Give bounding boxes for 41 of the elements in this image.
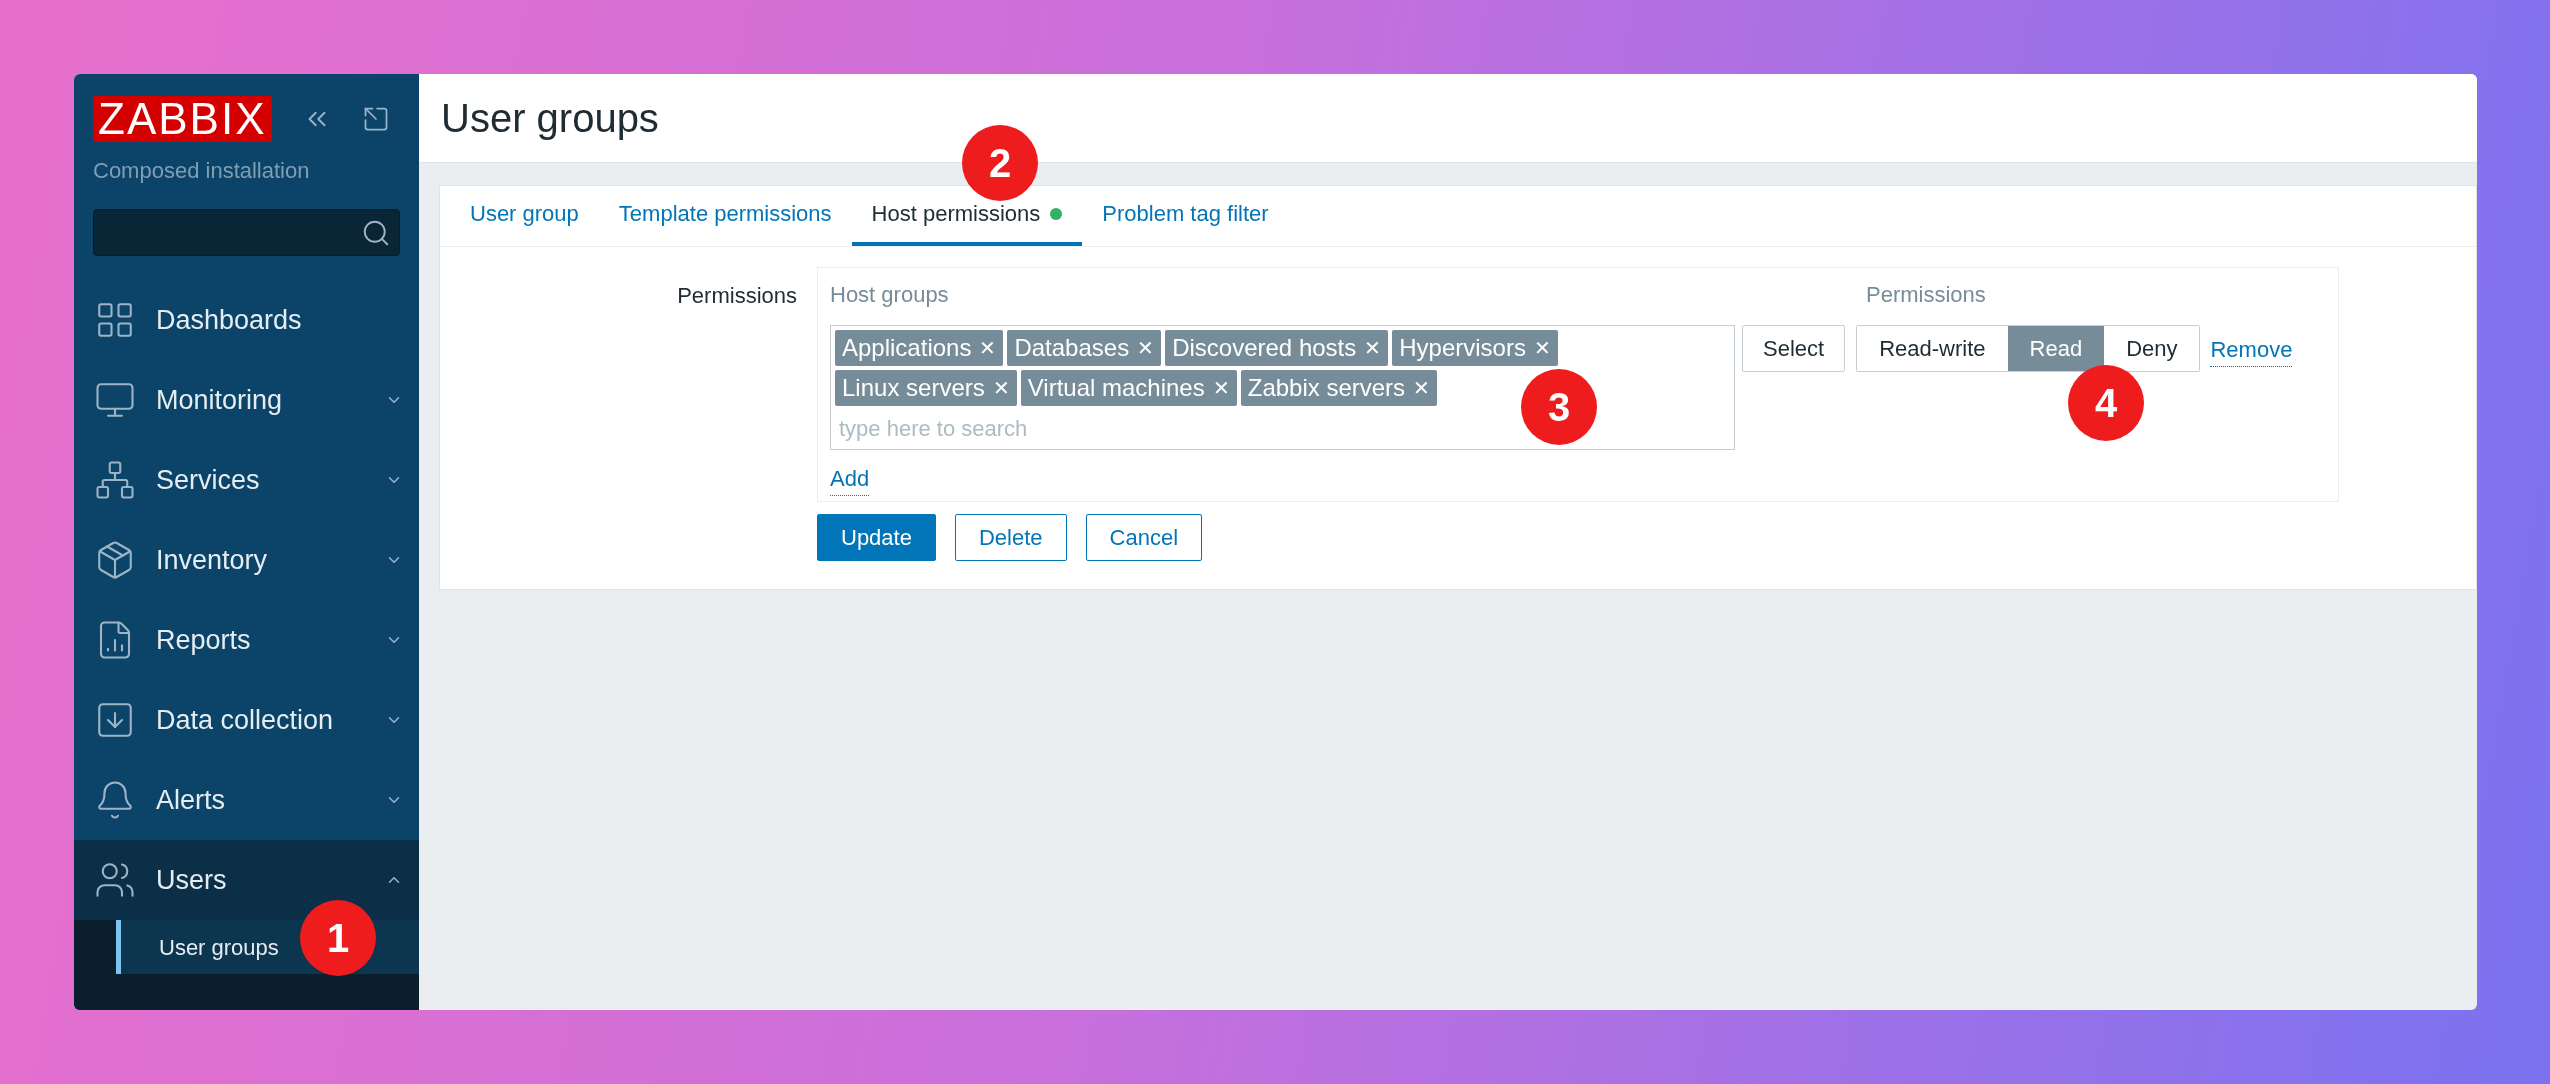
remove-link[interactable]: Remove — [2210, 333, 2293, 367]
tab[interactable]: Template permissions — [598, 185, 852, 246]
page-title: User groups — [441, 95, 659, 142]
column-header: Host groups — [830, 281, 950, 309]
tag-remove-button[interactable]: ✕ — [1413, 373, 1431, 403]
tag-remove-button[interactable]: ✕ — [979, 333, 997, 363]
sidebar-item[interactable]: Dashboards — [74, 280, 419, 360]
sidebar-item[interactable]: Users — [74, 840, 419, 920]
tag-remove-button[interactable]: ✕ — [1364, 333, 1382, 363]
action-button[interactable]: Update — [817, 514, 936, 561]
tab[interactable]: User group — [450, 185, 599, 246]
tag-label: Virtual machines — [1027, 373, 1205, 403]
action-button[interactable]: Delete — [954, 514, 1067, 561]
tag-label: Hypervisors — [1399, 333, 1526, 363]
logo[interactable]: ZABBIX — [93, 96, 272, 142]
tag-remove-button[interactable]: ✕ — [1212, 373, 1230, 403]
tag-label: Applications — [842, 333, 972, 363]
tag-label: Databases — [1014, 333, 1130, 363]
sidebar-item[interactable]: Inventory — [74, 520, 419, 600]
add-link[interactable]: Add — [830, 462, 870, 496]
tag-remove-button[interactable]: ✕ — [1533, 333, 1551, 363]
tag-label: Zabbix servers — [1247, 373, 1406, 403]
sidebar-item[interactable]: Data collection — [74, 680, 419, 760]
subtitle: Composed installation — [92, 157, 311, 185]
hierarchy-icon — [94, 459, 136, 501]
tag-remove-button[interactable]: ✕ — [1137, 333, 1155, 363]
select-button[interactable]: Select — [1742, 325, 1846, 372]
tag-label: Linux servers — [842, 373, 985, 403]
action-button[interactable]: Cancel — [1085, 514, 1203, 561]
sidebar-item[interactable]: Monitoring — [74, 360, 419, 440]
tab[interactable]: Problem tag filter — [1082, 185, 1289, 246]
column-header: Permissions — [1866, 281, 1986, 309]
search-field[interactable] — [93, 209, 400, 256]
sidebar-item[interactable]: Services — [74, 440, 419, 520]
sidebar-subitem[interactable]: User groups — [159, 930, 279, 964]
sidebar-item[interactable]: Reports — [74, 600, 419, 680]
permission-option[interactable]: Read — [2007, 326, 2105, 371]
sidebar-item[interactable]: Alerts — [74, 760, 419, 840]
tag-label: Discovered hosts — [1172, 333, 1357, 363]
tag-remove-button[interactable]: ✕ — [992, 373, 1010, 403]
field-label: Permissions — [676, 282, 798, 310]
